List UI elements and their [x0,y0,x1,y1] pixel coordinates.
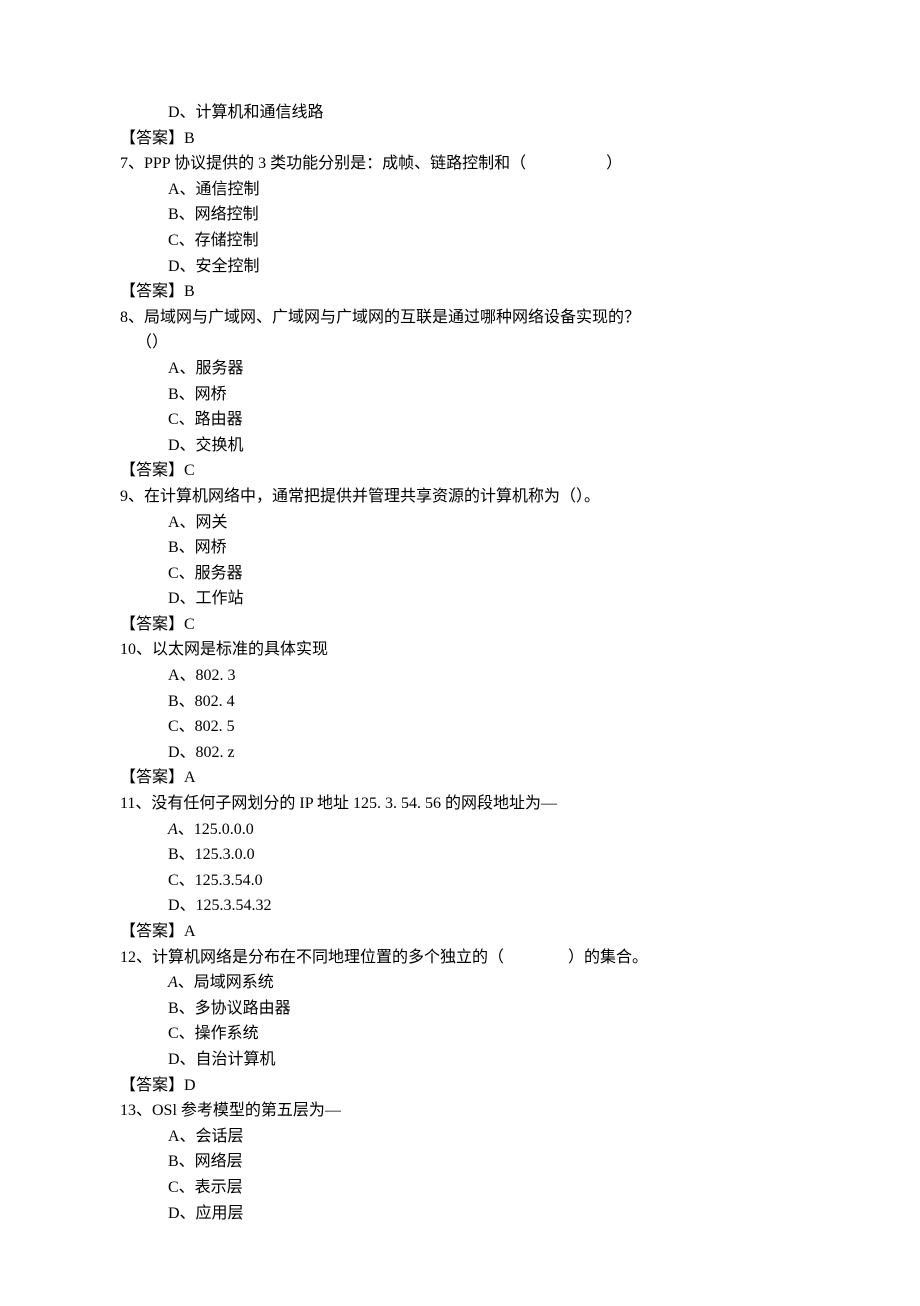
text-line: D、125.3.54.32 [120,893,800,919]
text-line: B、网络控制 [120,202,800,228]
text-line: C、路由器 [120,407,800,433]
text-line: 10、以太网是标准的具体实现 [120,637,800,663]
text-line: 【答案】A [120,919,800,945]
text-line: D、计算机和通信线路 [120,100,800,126]
document-body: D、计算机和通信线路【答案】B7、PPP 协议提供的 3 类功能分别是：成帧、链… [120,100,800,1226]
text-line: B、多协议路由器 [120,996,800,1022]
text-line: A、局域网系统 [120,970,800,996]
text-line: 【答案】B [120,279,800,305]
text-line: （） [120,330,800,356]
text-line: D、工作站 [120,586,800,612]
text-line: 【答案】A [120,765,800,791]
text-line: D、802. z [120,740,800,766]
text-line: B、802. 4 [120,689,800,715]
text-line: A、802. 3 [120,663,800,689]
text-line: 11、没有任何子网划分的 IP 地址 125. 3. 54. 56 的网段地址为… [120,791,800,817]
text-line: 【答案】C [120,612,800,638]
text-line: C、125.3.54.0 [120,868,800,894]
text-line: 【答案】C [120,458,800,484]
text-line: 7、PPP 协议提供的 3 类功能分别是：成帧、链路控制和（ ） [120,151,800,177]
text-line: C、802. 5 [120,714,800,740]
text-line: C、表示层 [120,1175,800,1201]
text-line: B、网桥 [120,382,800,408]
text-line: 13、OSl 参考模型的第五层为— [120,1098,800,1124]
text-line: C、服务器 [120,561,800,587]
option-label: A [168,821,178,838]
text-line: C、操作系统 [120,1021,800,1047]
text-line: 8、局域网与广域网、广域网与广域网的互联是通过哪种网络设备实现的？ [120,305,800,331]
text-line: C、存储控制 [120,228,800,254]
option-text: 、125.0.0.0 [178,821,254,838]
text-line: 12、计算机网络是分布在不同地理位置的多个独立的（ ）的集合。 [120,945,800,971]
text-line: B、125.3.0.0 [120,842,800,868]
text-line: A、125.0.0.0 [120,817,800,843]
text-line: B、网桥 [120,535,800,561]
text-line: D、安全控制 [120,254,800,280]
text-line: 【答案】D [120,1073,800,1099]
text-line: D、应用层 [120,1201,800,1227]
option-label: A [168,974,178,991]
text-line: A、通信控制 [120,177,800,203]
text-line: B、网络层 [120,1149,800,1175]
text-line: D、交换机 [120,433,800,459]
text-line: D、自治计算机 [120,1047,800,1073]
text-line: 【答案】B [120,126,800,152]
text-line: A、服务器 [120,356,800,382]
text-line: A、会话层 [120,1124,800,1150]
text-line: 9、在计算机网络中，通常把提供并管理共享资源的计算机称为（）。 [120,484,800,510]
option-text: 、局域网系统 [178,974,274,991]
text-line: A、网关 [120,510,800,536]
